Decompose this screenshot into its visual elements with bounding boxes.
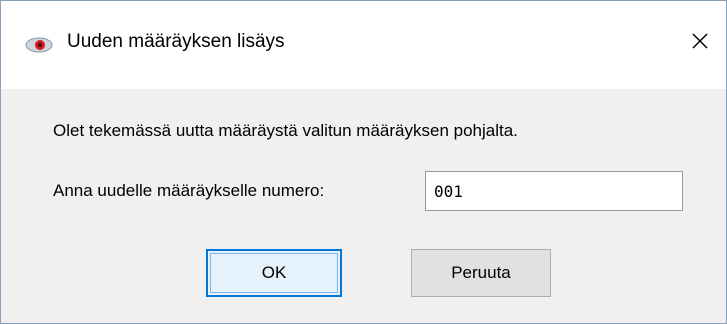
close-button[interactable] [682,25,718,61]
number-input[interactable] [425,171,683,211]
dialog-message: Olet tekemässä uutta määräystä valitun m… [53,121,518,140]
number-field-label: Anna uudelle määräykselle numero: [53,181,325,200]
ok-button[interactable]: OK [206,249,342,297]
title-bar: Uuden määräyksen lisäys [1,1,726,89]
ok-button-label: OK [261,263,287,282]
dialog-content: Olet tekemässä uutta määräystä valitun m… [1,89,726,323]
cancel-button[interactable]: Peruuta [411,249,551,297]
close-icon [690,31,710,56]
cancel-button-label: Peruuta [451,263,511,282]
dialog-window: Uuden määräyksen lisäys Olet tekemässä u… [0,0,727,324]
eye-icon [25,37,53,53]
window-title: Uuden määräyksen lisäys [67,31,285,52]
